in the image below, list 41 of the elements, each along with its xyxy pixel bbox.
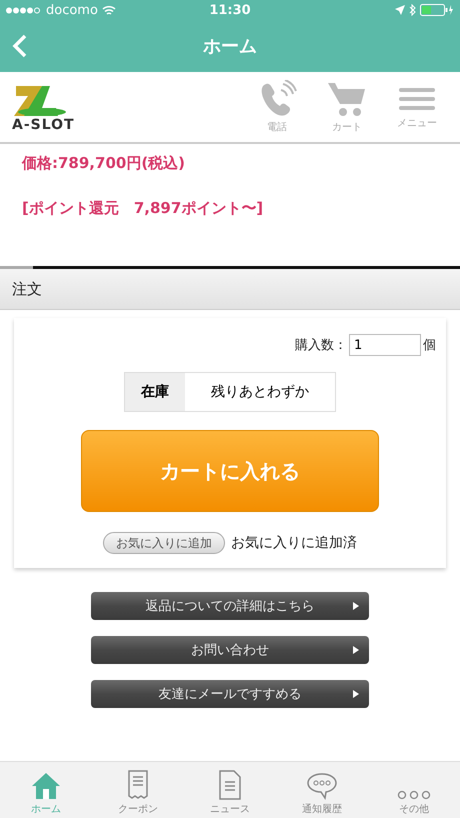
back-icon[interactable] xyxy=(12,34,28,58)
tab-item[interactable]: その他 xyxy=(368,762,460,818)
link-button[interactable]: 返品についての詳細はこちら xyxy=(91,592,369,620)
tab-item[interactable]: ニュース xyxy=(184,762,276,818)
add-to-cart-button[interactable]: カートに入れる xyxy=(81,430,379,512)
triangle-icon xyxy=(353,646,359,654)
document-icon xyxy=(218,770,242,800)
triangle-icon xyxy=(353,690,359,698)
home-icon xyxy=(31,772,61,800)
stock-label: 在庫 xyxy=(125,373,185,411)
header-action[interactable]: 電話 xyxy=(242,80,312,134)
stock-value: 残りあとわずか xyxy=(210,383,310,402)
triangle-icon xyxy=(353,602,359,610)
tab-item[interactable]: クーポン xyxy=(92,762,184,818)
favorite-status: お気に入りに追加済 xyxy=(231,534,357,552)
unit-label: 個 xyxy=(423,337,436,354)
chat-bubble-icon xyxy=(306,772,338,800)
tab-item[interactable]: 通知履歴 xyxy=(276,762,368,818)
link-button[interactable]: 友達にメールですすめる xyxy=(91,680,369,708)
receipt-icon xyxy=(126,770,150,800)
quantity-field[interactable]: 1 xyxy=(349,334,421,356)
logo-text: A-SLOT xyxy=(12,118,75,132)
location-icon xyxy=(395,5,406,15)
header-action[interactable]: メニュー xyxy=(382,84,452,130)
wifi-icon xyxy=(102,4,116,16)
tab-item[interactable]: ホーム xyxy=(0,762,92,818)
points-text: [ポイント還元 7,897ポイント〜] xyxy=(22,199,264,218)
signal-icon xyxy=(6,6,42,14)
price-text: 価格:789,700円(税込) xyxy=(22,154,186,173)
battery-icon xyxy=(420,4,454,16)
status-time: 11:30 xyxy=(209,2,251,18)
nav-title: ホーム xyxy=(203,35,257,58)
bluetooth-icon xyxy=(409,4,416,16)
favorite-button[interactable]: お気に入りに追加 xyxy=(103,532,225,554)
header-action[interactable]: カート xyxy=(312,80,382,134)
link-button[interactable]: お問い合わせ xyxy=(91,636,369,664)
section-title: 注文 xyxy=(12,280,42,298)
cart-icon xyxy=(327,80,367,118)
quantity-label: 購入数： xyxy=(295,337,347,354)
more-icon xyxy=(397,790,431,800)
carrier-name: docomo xyxy=(46,2,98,18)
